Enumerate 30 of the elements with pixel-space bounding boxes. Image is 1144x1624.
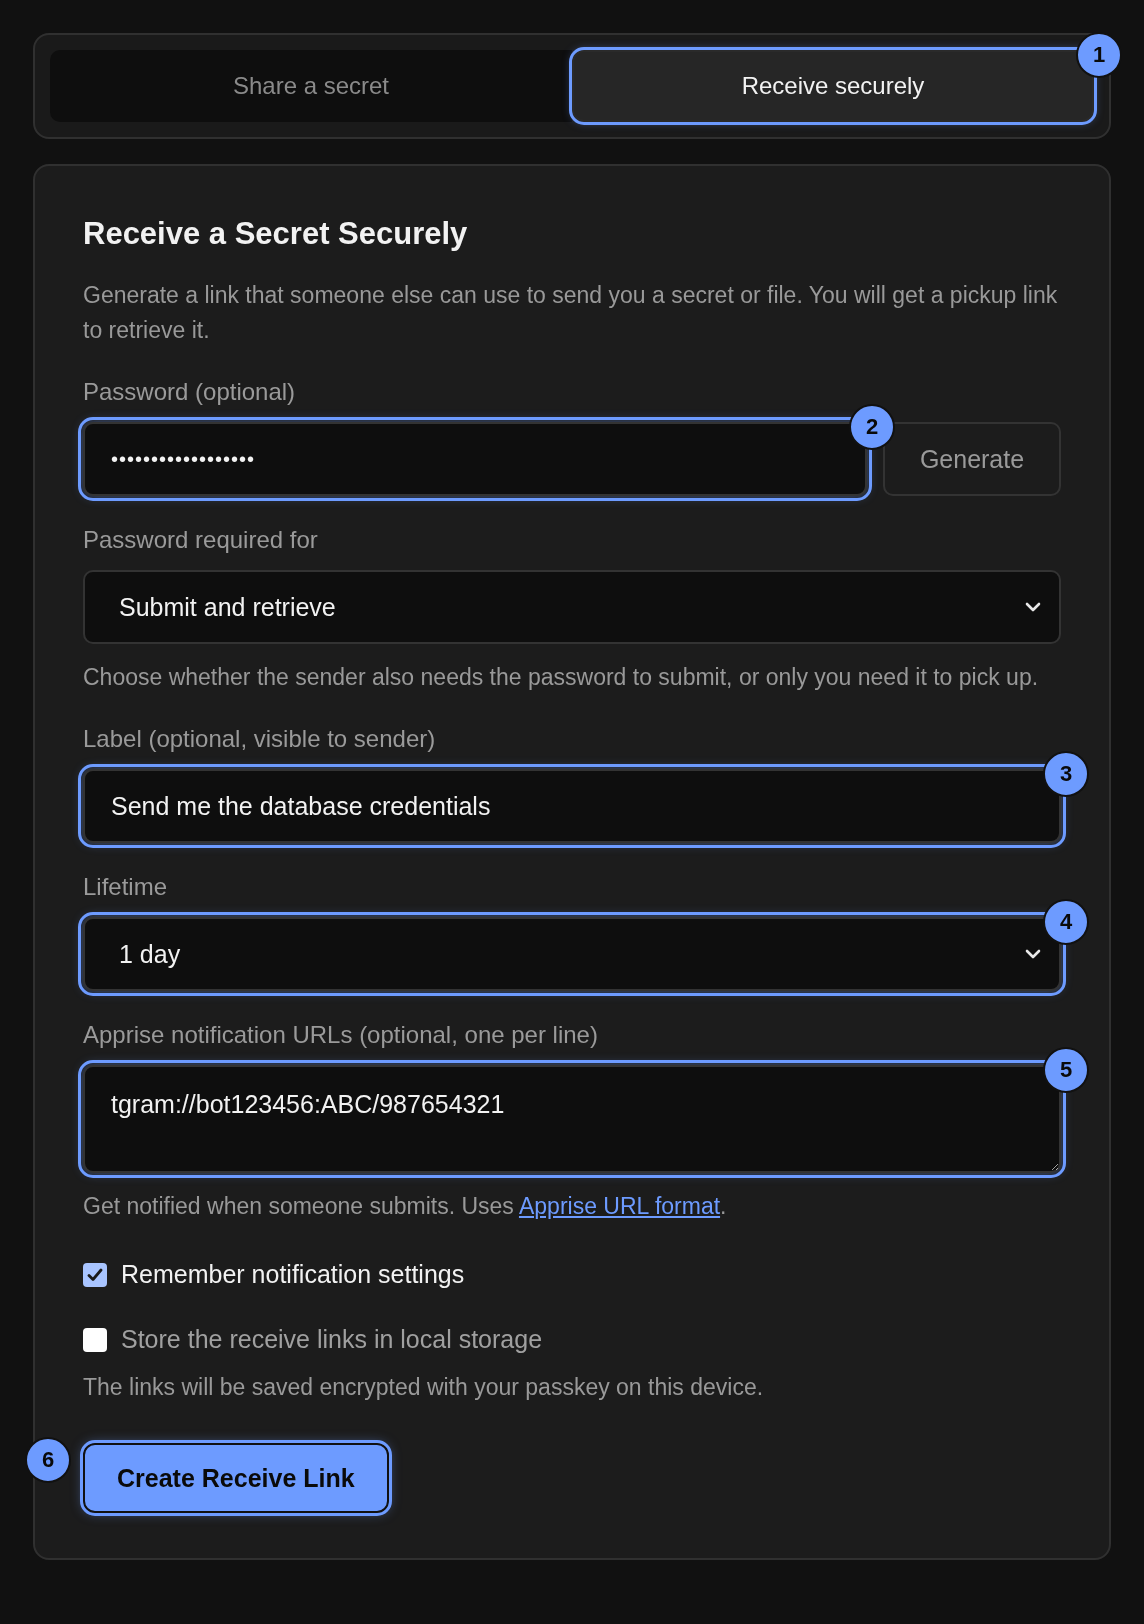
- generate-button[interactable]: Generate: [883, 422, 1061, 496]
- step-badge: 1: [1076, 32, 1122, 78]
- form-title: Receive a Secret Securely: [83, 216, 469, 252]
- checkbox[interactable]: [83, 1327, 107, 1352]
- checkbox-label: Store the receive links in local storage: [121, 1325, 543, 1354]
- step-badge: 4: [1043, 899, 1089, 945]
- dropdown[interactable]: Submit and retrieve: [83, 570, 1061, 644]
- tab[interactable]: Receive securely: [572, 50, 1094, 122]
- dropdown-value: Submit and retrieve: [119, 592, 336, 622]
- field-label: Password (optional): [83, 378, 297, 406]
- form-description: Generate a link that someone else can use to send you a secret or file. You will get a pickup link to retrieve it.: [83, 281, 1059, 345]
- field-label: Label (optional, visible to sender): [83, 725, 437, 753]
- step-badge: 5: [1043, 1047, 1089, 1093]
- checkbox-label: Remember notification settings: [121, 1260, 465, 1289]
- field-label: Password required for: [83, 526, 319, 554]
- step-badge: 3: [1043, 751, 1089, 797]
- help-link[interactable]: Apprise URL format: [518, 1193, 721, 1219]
- field-label: Lifetime: [83, 873, 169, 901]
- tab[interactable]: Share a secret: [50, 50, 572, 122]
- field-label: Apprise notification URLs (optional, one per line): [83, 1021, 599, 1049]
- help-text: Get notified when someone submits. Uses Apprise URL format.: [83, 1192, 728, 1221]
- dropdown-value: 1 day: [119, 939, 181, 969]
- chevron-down-icon: [1025, 602, 1041, 612]
- help-text: The links will be saved encrypted with your passkey on this device.: [83, 1373, 765, 1402]
- create-link-button[interactable]: Create Receive Link: [83, 1443, 389, 1513]
- checkbox[interactable]: [83, 1262, 107, 1287]
- chevron-down-icon: [1025, 949, 1041, 959]
- help-text: Choose whether the sender also needs the password to submit, or only you need it to pick up.: [83, 663, 1040, 692]
- step-badge: 6: [25, 1437, 71, 1483]
- step-badge: 2: [849, 404, 895, 450]
